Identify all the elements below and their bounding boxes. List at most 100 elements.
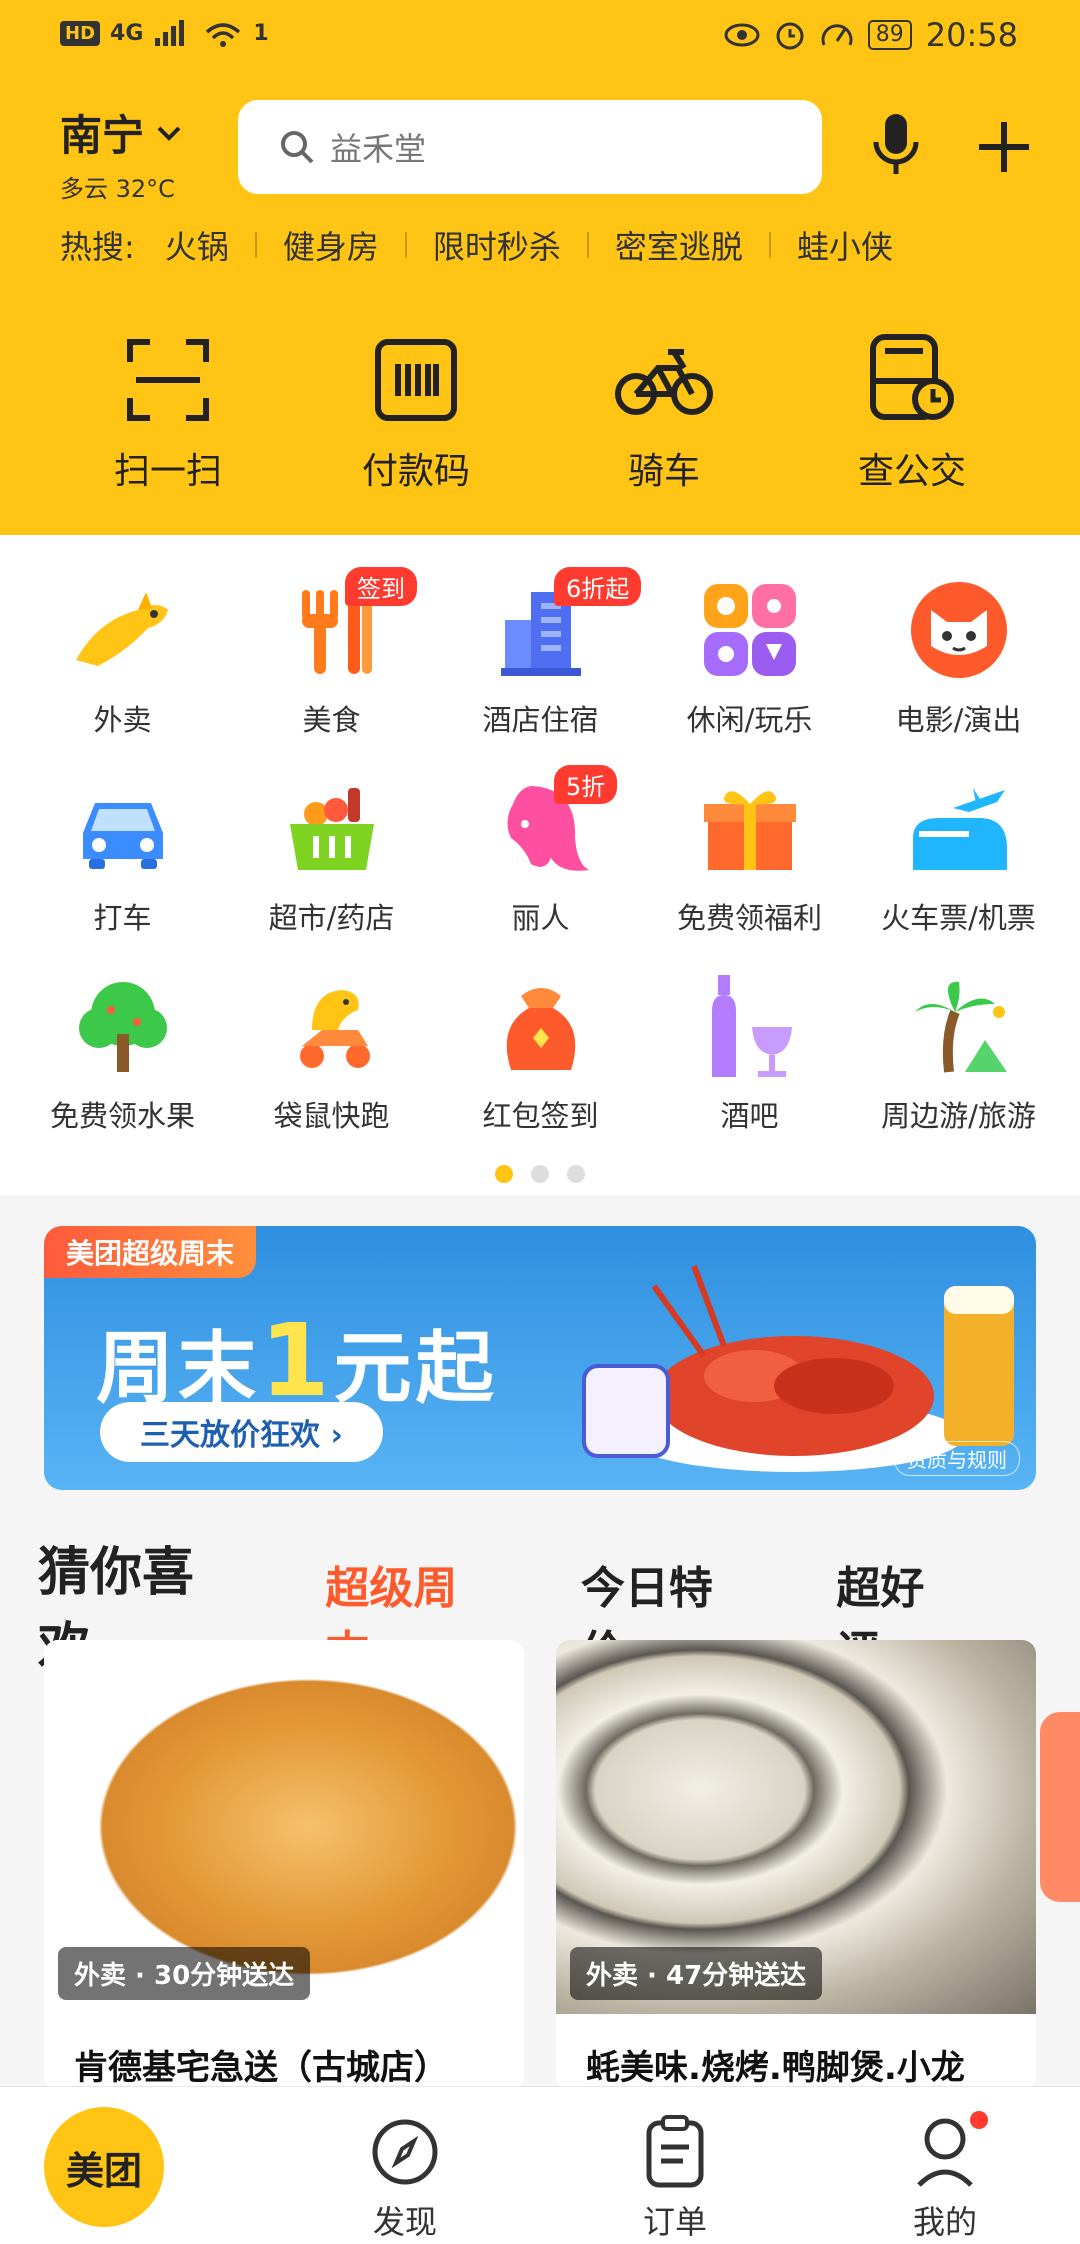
- rules-link[interactable]: 资质与规则: [894, 1441, 1020, 1476]
- delivery-kangaroo-icon: [299, 990, 370, 1068]
- bike-label: 骑车: [627, 451, 700, 492]
- bottom-navigation: 美团 发现 订单 我的: [0, 2086, 1080, 2244]
- category-takeout[interactable]: 外卖: [18, 575, 227, 737]
- hot-search-item[interactable]: 健身房: [283, 222, 379, 268]
- headline-part: 元起: [333, 1324, 498, 1414]
- nav-orders[interactable]: 订单: [540, 2087, 810, 2244]
- bike-icon: [615, 349, 713, 415]
- bus-button[interactable]: 查公交: [788, 330, 1036, 494]
- bike-button[interactable]: 骑车: [540, 330, 788, 494]
- scan-icon: [127, 339, 209, 421]
- category-taxi[interactable]: 打车: [18, 773, 227, 935]
- category-food[interactable]: 签到 美食: [227, 567, 436, 737]
- money-bag-icon: [506, 988, 575, 1070]
- feed-card[interactable]: 外卖 · 30分钟送达 肯德基宅急送（古城店）: [44, 1640, 524, 2090]
- nav-home[interactable]: 美团: [0, 2087, 270, 2244]
- scan-button[interactable]: 扫一扫: [44, 330, 292, 494]
- category-label: 火车票/机票: [881, 901, 1036, 935]
- category-bar[interactable]: 酒吧: [645, 971, 854, 1133]
- cat-face-icon: [910, 582, 1007, 678]
- search-input[interactable]: 益禾堂: [238, 100, 822, 194]
- feed-card[interactable]: 外卖 · 47分钟送达 蚝美味.烧烤.鸭脚煲.小龙: [556, 1640, 1036, 2090]
- home-logo: 美团: [44, 2107, 164, 2227]
- city-selector[interactable]: 南宁 多云 32°C: [60, 102, 182, 204]
- banner-tag: 美团超级周末: [44, 1226, 257, 1278]
- category-label: 周边游/旅游: [881, 1099, 1036, 1133]
- wifi-icon: [206, 23, 241, 47]
- eye-icon: [724, 23, 760, 47]
- hot-search-item[interactable]: 限时秒杀: [433, 222, 561, 268]
- category-hotel[interactable]: 6折起 酒店住宿: [436, 567, 645, 737]
- category-label: 电影/演出: [895, 703, 1022, 737]
- category-movie[interactable]: 电影/演出: [854, 575, 1063, 737]
- barcode-icon: [375, 339, 457, 421]
- card-title: 蚝美味.烧烤.鸭脚煲.小龙: [586, 2048, 965, 2088]
- category-fruit[interactable]: 免费领水果: [18, 971, 227, 1133]
- bus-label: 查公交: [857, 451, 966, 492]
- category-market[interactable]: 超市/药店: [227, 773, 436, 935]
- network-label: 4G: [110, 20, 144, 46]
- category-panel: 外卖 签到 美食 6折起 酒店住宿 休闲/玩乐 电影/演出 打车 超市/药店 5…: [0, 535, 1080, 1195]
- user-icon: [917, 2118, 973, 2187]
- city-name: 南宁: [60, 111, 145, 160]
- nav-label: 我的: [912, 2203, 977, 2241]
- headline-part: 周末: [96, 1324, 261, 1414]
- wine-icon: [711, 975, 792, 1077]
- bus-icon: [870, 334, 954, 420]
- category-label: 酒吧: [720, 1099, 779, 1133]
- banner-cta-button[interactable]: 三天放价狂欢 ›: [100, 1402, 383, 1462]
- hot-search-item[interactable]: 火锅: [165, 222, 229, 268]
- category-label: 外卖: [93, 703, 152, 737]
- microphone-icon[interactable]: [868, 112, 924, 178]
- category-kangaroo-run[interactable]: 袋鼠快跑: [227, 971, 436, 1133]
- leisure-icon: [703, 584, 796, 676]
- page-indicator: [0, 1165, 1080, 1183]
- category-label: 免费领水果: [49, 1099, 195, 1133]
- search-placeholder: 益禾堂: [330, 130, 427, 168]
- badge: 签到: [345, 567, 417, 606]
- category-welfare[interactable]: 免费领福利: [645, 773, 854, 935]
- pay-code-label: 付款码: [361, 451, 470, 492]
- hd-icon: HD: [60, 20, 101, 46]
- category-label: 袋鼠快跑: [273, 1099, 390, 1133]
- plus-icon[interactable]: [975, 118, 1033, 176]
- signal-icon: [155, 20, 185, 46]
- divider: [254, 232, 257, 258]
- chevron-down-icon: [157, 126, 181, 141]
- nav-profile[interactable]: 我的: [810, 2087, 1080, 2244]
- hot-search-bar: 热搜: 火锅 健身房 限时秒杀 密室逃脱 蛙小侠: [60, 222, 893, 268]
- category-travel[interactable]: 周边游/旅游: [854, 971, 1063, 1133]
- page-dot-active: [495, 1165, 513, 1183]
- search-icon: [281, 131, 314, 164]
- promo-banner[interactable]: 美团超级周末 周末1元起 三天放价狂欢 › 资质与规则: [44, 1226, 1036, 1490]
- category-label: 免费领福利: [676, 901, 822, 935]
- category-train-flight[interactable]: 火车票/机票: [854, 773, 1063, 935]
- nav-label: 订单: [642, 2203, 707, 2241]
- hot-search-item[interactable]: 蛙小侠: [797, 222, 893, 268]
- category-label: 打车: [93, 901, 152, 935]
- delivery-tag: 外卖 · 47分钟送达: [570, 1947, 823, 2000]
- floating-side-button[interactable]: [1040, 1712, 1080, 1902]
- category-redpacket[interactable]: 红包签到: [436, 971, 645, 1133]
- category-label: 休闲/玩乐: [686, 703, 813, 737]
- category-leisure[interactable]: 休闲/玩乐: [645, 575, 854, 737]
- nav-discover[interactable]: 发现: [270, 2087, 540, 2244]
- train-plane-icon: [912, 788, 1007, 870]
- pay-code-button[interactable]: 付款码: [292, 330, 540, 494]
- alarm-icon: [776, 22, 804, 50]
- badge: 5折: [554, 765, 618, 804]
- category-label: 美食: [302, 703, 361, 737]
- divider: [768, 232, 771, 258]
- gift-icon: [703, 791, 796, 870]
- category-label: 红包签到: [482, 1099, 599, 1133]
- wifi-count: 1: [253, 20, 269, 46]
- clock: 20:58: [925, 16, 1018, 54]
- divider: [404, 232, 407, 258]
- clipboard-icon: [646, 2115, 704, 2188]
- page-dot: [531, 1165, 549, 1183]
- car-icon: [82, 803, 163, 869]
- hot-search-item[interactable]: 密室逃脱: [615, 222, 743, 268]
- tree-icon: [78, 982, 167, 1072]
- card-title: 肯德基宅急送（古城店）: [74, 2048, 448, 2088]
- category-beauty[interactable]: 5折 丽人: [436, 765, 645, 935]
